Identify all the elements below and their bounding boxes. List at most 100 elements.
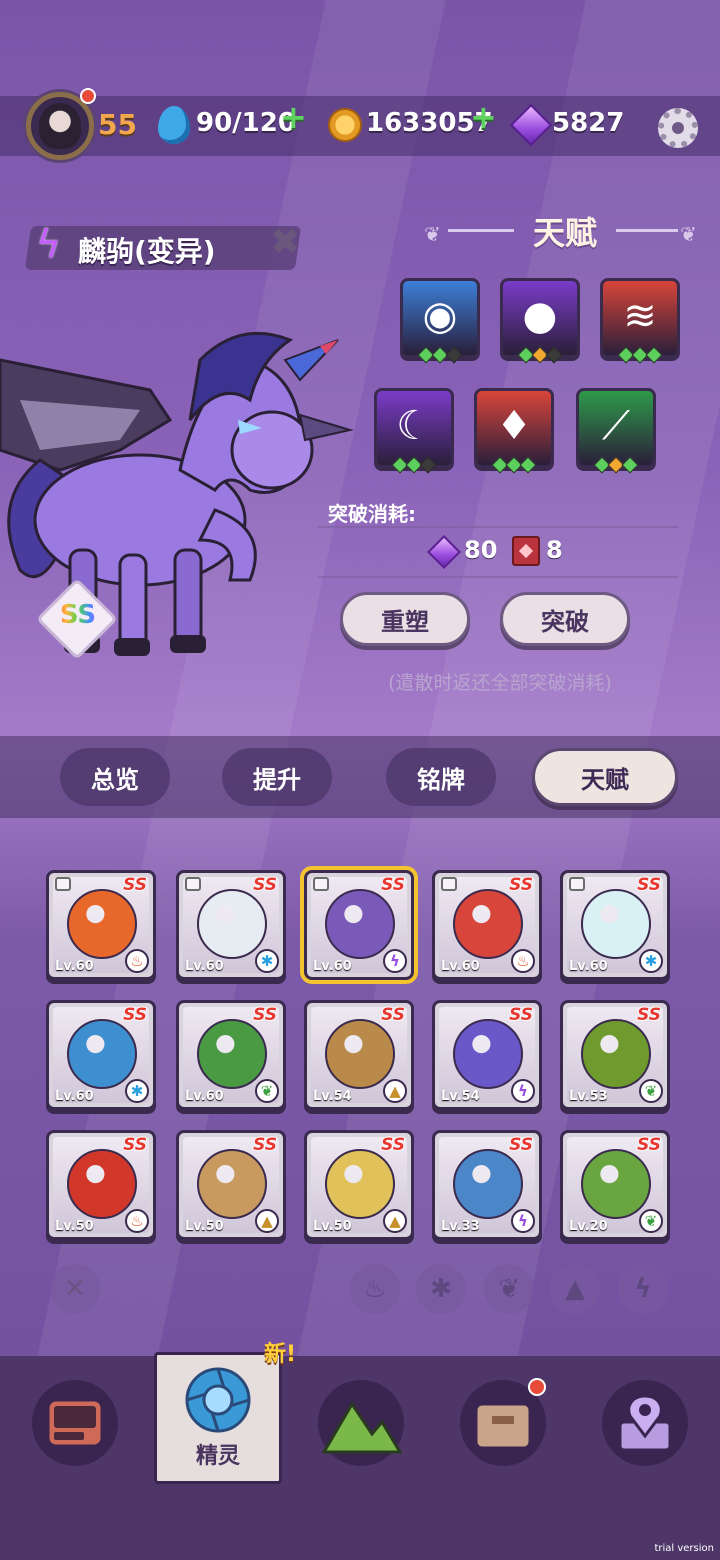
pet-portrait	[453, 1019, 523, 1089]
tab-nameplate[interactable]: 铭牌	[386, 748, 496, 806]
talent-skill-slot[interactable]: ≋	[600, 278, 680, 364]
pet-rank: SS	[253, 875, 277, 895]
pet-rank: SS	[381, 1135, 405, 1155]
pet-level: Lv.53	[569, 1089, 608, 1104]
pet-level: Lv.50	[185, 1219, 224, 1234]
talent-skill-slot[interactable]: ☾	[374, 388, 454, 474]
add-coins-button[interactable]: +	[470, 98, 497, 136]
thunder-element-icon: ϟ	[511, 1079, 535, 1103]
pet-card[interactable]: SS Lv.50 ▲	[304, 1130, 414, 1240]
pet-card[interactable]: SS Lv.54 ▲	[304, 1000, 414, 1110]
thunder-element-icon: ϟ	[36, 222, 62, 266]
pet-card[interactable]: SS Lv.33 ϟ	[432, 1130, 542, 1240]
breakthrough-cost-label: 突破消耗:	[328, 502, 416, 526]
thunder-filter-icon[interactable]: ϟ	[618, 1264, 668, 1314]
ornament-left: ❦	[424, 222, 441, 246]
pet-portrait	[197, 1019, 267, 1089]
close-icon[interactable]: ✖	[270, 222, 300, 263]
talent-star-pips	[477, 456, 551, 475]
lock-icon	[441, 877, 457, 891]
talent-pip	[621, 456, 639, 474]
fire-element-icon: ♨	[125, 1209, 149, 1233]
map-pin-icon	[618, 1394, 672, 1452]
grass-element-icon: ❦	[255, 1079, 279, 1103]
ornament-line-left	[448, 229, 514, 232]
pet-portrait	[581, 889, 651, 959]
gem-cost-value: 80	[464, 536, 498, 564]
pet-level: Lv.60	[55, 1089, 94, 1104]
pet-card[interactable]: SS Lv.20 ❦	[560, 1130, 670, 1240]
pet-card[interactable]: SS Lv.60 ♨	[46, 870, 156, 980]
flame-drops-icon: ♦	[496, 403, 532, 449]
grass-element-icon: ❦	[639, 1079, 663, 1103]
pet-portrait	[197, 1149, 267, 1219]
settings-gear-icon[interactable]	[658, 108, 698, 148]
tab-talent[interactable]: 天赋	[532, 748, 678, 806]
inventory-notification-dot	[528, 1378, 546, 1396]
new-badge: 新!	[264, 1342, 297, 1367]
pet-card[interactable]: SS Lv.60 ✱	[46, 1000, 156, 1110]
ice-filter-icon[interactable]: ✱	[416, 1264, 466, 1314]
pet-card[interactable]: SS Lv.53 ❦	[560, 1000, 670, 1110]
pet-card[interactable]: SS Lv.60 ❦	[176, 1000, 286, 1110]
add-stamina-button[interactable]: +	[280, 98, 307, 136]
pet-rank: SS	[253, 1005, 277, 1025]
earth-filter-icon[interactable]: ▲	[550, 1264, 600, 1314]
talent-star-pips	[603, 346, 677, 365]
fire-filter-icon[interactable]: ♨	[350, 1264, 400, 1314]
pet-portrait	[453, 889, 523, 959]
pet-card[interactable]: SS Lv.60 ✱	[560, 870, 670, 980]
pet-card[interactable]: SS Lv.60 ✱	[176, 870, 286, 980]
pet-card[interactable]: SS Lv.54 ϟ	[432, 1000, 542, 1110]
talent-skill-slot[interactable]: ⟋	[576, 388, 656, 474]
tab-upgrade[interactable]: 提升	[222, 748, 332, 806]
talent-skill-slot[interactable]: ♦	[474, 388, 554, 474]
lock-icon	[185, 877, 201, 891]
reset-button[interactable]: 重塑	[340, 592, 470, 646]
pet-card[interactable]: SS Lv.50 ♨	[46, 1130, 156, 1240]
pet-rank: SS	[509, 875, 533, 895]
nav-shop-button[interactable]	[32, 1380, 118, 1466]
breakthrough-button[interactable]: 突破	[500, 592, 630, 646]
pet-level: Lv.60	[185, 959, 224, 974]
pet-rank: SS	[123, 1135, 147, 1155]
eye-icon: ◉	[422, 293, 458, 339]
fang-icon: ≋	[623, 293, 657, 339]
pet-portrait	[67, 889, 137, 959]
ornament-right: ❦	[680, 222, 697, 246]
talent-pip	[645, 346, 663, 364]
pet-rank: SS	[253, 1135, 277, 1155]
talent-book-icon	[512, 536, 540, 566]
shop-icon	[46, 1398, 104, 1448]
clear-filter-icon[interactable]: ✕	[50, 1264, 100, 1314]
rank-badge-text: SS	[54, 600, 102, 630]
talent-title: 天赋	[532, 214, 597, 252]
pet-rank: SS	[637, 1135, 661, 1155]
avatar-portrait	[39, 103, 81, 149]
tab-overview[interactable]: 总览	[60, 748, 170, 806]
earth-element-icon: ▲	[383, 1079, 407, 1103]
book-cost-value: 8	[546, 536, 563, 564]
divider	[318, 526, 678, 528]
pet-level: Lv.20	[569, 1219, 608, 1234]
pet-rank: SS	[123, 1005, 147, 1025]
nav-map-button[interactable]	[602, 1380, 688, 1466]
notification-dot	[80, 88, 96, 104]
pet-card[interactable]: SS Lv.50 ▲	[176, 1130, 286, 1240]
crescent-icon: ☾	[396, 403, 432, 449]
lock-icon	[569, 877, 585, 891]
pet-level: Lv.50	[313, 1219, 352, 1234]
pet-card[interactable]: SS Lv.60 ♨	[432, 870, 542, 980]
pet-level: Lv.54	[441, 1089, 480, 1104]
talent-skill-slot[interactable]: ◉	[400, 278, 480, 364]
pet-level: Lv.60	[569, 959, 608, 974]
pet-level: Lv.33	[441, 1219, 480, 1234]
grass-filter-icon[interactable]: ❦	[484, 1264, 534, 1314]
ice-element-icon: ✱	[125, 1079, 149, 1103]
chest-icon	[474, 1402, 532, 1450]
talent-skill-slot[interactable]: ●	[500, 278, 580, 364]
lock-icon	[55, 877, 71, 891]
nav-adventure-button[interactable]	[318, 1380, 404, 1466]
selected-card-frame	[300, 866, 418, 984]
ice-element-icon: ✱	[255, 949, 279, 973]
